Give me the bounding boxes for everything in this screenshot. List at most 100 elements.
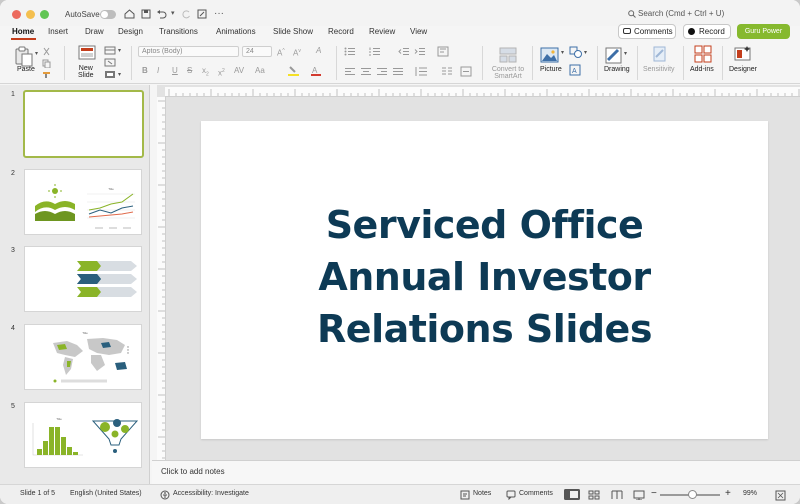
comments-button[interactable]: Comments [618, 24, 676, 39]
designer-icon[interactable] [733, 45, 753, 63]
slide-editing-area[interactable]: Serviced Office Annual Investor Relation… [157, 85, 800, 460]
tab-review[interactable]: Review [369, 27, 395, 36]
increase-indent-icon[interactable] [414, 47, 426, 56]
format-painter-icon[interactable] [197, 9, 207, 19]
redo-icon[interactable] [181, 9, 191, 19]
autosave-toggle[interactable] [100, 10, 116, 19]
add-ins-icon[interactable] [694, 45, 712, 63]
paste-dropdown-icon[interactable]: ▾ [35, 49, 38, 59]
close-window-button[interactable] [12, 10, 21, 19]
zoom-out-icon[interactable]: − [651, 488, 657, 499]
paste-icon[interactable] [14, 45, 34, 67]
shapes-icon[interactable] [569, 46, 583, 58]
picture-dropdown-icon[interactable]: ▾ [561, 48, 564, 58]
slide-show-icon[interactable] [633, 490, 645, 500]
highlight-icon[interactable] [287, 66, 301, 77]
tab-insert[interactable]: Insert [48, 27, 68, 36]
cut-icon[interactable] [42, 47, 51, 56]
current-slide[interactable]: Serviced Office Annual Investor Relation… [201, 121, 768, 439]
subscript-icon[interactable]: x2 [202, 66, 209, 80]
tab-draw[interactable]: Draw [85, 27, 104, 36]
numbering-icon[interactable] [369, 47, 381, 56]
smartart-icon[interactable] [498, 46, 518, 64]
reset-slide-icon[interactable] [104, 58, 116, 67]
bold-icon[interactable]: B [142, 66, 148, 76]
tab-view[interactable]: View [410, 27, 427, 36]
zoom-level[interactable]: 99% [743, 490, 757, 497]
superscript-icon[interactable]: x2 [218, 66, 225, 79]
more-icon[interactable]: ··· [214, 8, 224, 20]
copy-icon[interactable] [42, 59, 51, 68]
slide-thumbnail-4[interactable]: Title [24, 324, 142, 390]
drawing-icon[interactable] [604, 45, 624, 65]
vertical-ruler[interactable] [157, 97, 166, 460]
maximize-window-button[interactable] [40, 10, 49, 19]
slide-sorter-icon[interactable] [588, 490, 600, 500]
align-text-icon[interactable] [460, 66, 472, 77]
horizontal-ruler[interactable] [165, 87, 800, 97]
slide-thumbnail-5[interactable]: Title [24, 402, 142, 468]
line-spacing-icon[interactable] [414, 66, 428, 77]
font-size-select[interactable]: 24 [242, 46, 272, 57]
zoom-in-icon[interactable]: + [725, 488, 731, 499]
change-case-icon[interactable]: Aa [255, 66, 265, 76]
minimize-window-button[interactable] [26, 10, 35, 19]
picture-icon[interactable] [540, 46, 560, 64]
font-color-icon[interactable]: A [310, 65, 324, 77]
tab-home[interactable]: Home [12, 27, 34, 36]
notes-icon[interactable] [460, 490, 470, 500]
character-spacing-icon[interactable]: AV [234, 66, 244, 76]
guru-power-button[interactable]: Guru Power [737, 24, 790, 39]
fit-to-window-icon[interactable] [775, 490, 786, 501]
notes-pane[interactable]: Click to add notes [152, 460, 800, 484]
new-slide-icon[interactable] [78, 45, 98, 63]
sensitivity-icon[interactable] [651, 45, 669, 63]
layout-icon[interactable] [104, 46, 116, 55]
accessibility-status[interactable]: Accessibility: Investigate [173, 490, 249, 497]
shapes-dropdown-icon[interactable]: ▾ [584, 48, 587, 58]
undo-dropdown-icon[interactable]: ▾ [171, 8, 175, 20]
zoom-slider-knob[interactable] [688, 490, 697, 499]
tab-design[interactable]: Design [118, 27, 143, 36]
shrink-font-icon[interactable]: Av [293, 46, 301, 59]
align-left-icon[interactable] [344, 67, 356, 76]
tab-slide-show[interactable]: Slide Show [273, 27, 313, 36]
slide-title-textbox[interactable]: Serviced Office Annual Investor Relation… [201, 199, 768, 355]
drawing-dropdown-icon[interactable]: ▾ [624, 49, 627, 59]
text-box-icon[interactable]: A [569, 64, 581, 76]
align-center-icon[interactable] [360, 67, 372, 76]
normal-view-icon[interactable] [564, 489, 580, 500]
home-icon[interactable] [124, 9, 135, 19]
justify-icon[interactable] [392, 67, 404, 76]
decrease-indent-icon[interactable] [398, 47, 410, 56]
clear-formatting-icon[interactable]: A [316, 46, 321, 56]
save-icon[interactable] [141, 9, 151, 19]
accessibility-icon[interactable] [160, 490, 170, 500]
language-status[interactable]: English (United States) [70, 490, 142, 497]
reading-view-icon[interactable] [611, 490, 623, 500]
italic-icon[interactable]: I [157, 66, 159, 76]
text-direction-icon[interactable] [437, 46, 449, 57]
record-button[interactable]: Record [683, 24, 731, 39]
notes-toggle[interactable]: Notes [473, 490, 491, 497]
comments-icon[interactable] [506, 490, 516, 500]
bullets-icon[interactable] [344, 47, 356, 56]
slide-thumbnail-3[interactable] [24, 246, 142, 312]
layout-dropdown-icon[interactable]: ▾ [118, 46, 121, 56]
font-name-select[interactable]: Aptos (Body) [138, 46, 239, 57]
tab-animations[interactable]: Animations [216, 27, 256, 36]
section-icon[interactable] [104, 70, 116, 79]
align-right-icon[interactable] [376, 67, 388, 76]
columns-icon[interactable] [441, 66, 453, 77]
undo-icon[interactable] [156, 9, 168, 19]
search-input[interactable]: Search (Cmd + Ctrl + U) [638, 9, 724, 18]
section-dropdown-icon[interactable]: ▾ [118, 70, 121, 80]
strikethrough-icon[interactable]: S [187, 66, 192, 76]
comments-toggle[interactable]: Comments [519, 490, 553, 497]
grow-font-icon[interactable]: A^ [277, 46, 285, 59]
format-brush-icon[interactable] [42, 70, 52, 79]
tab-transitions[interactable]: Transitions [159, 27, 198, 36]
slide-thumbnail-panel[interactable]: 1 2 Title 3 4 Title 5 Title [0, 85, 150, 484]
slide-thumbnail-1[interactable] [23, 90, 144, 158]
underline-icon[interactable]: U [172, 66, 178, 76]
